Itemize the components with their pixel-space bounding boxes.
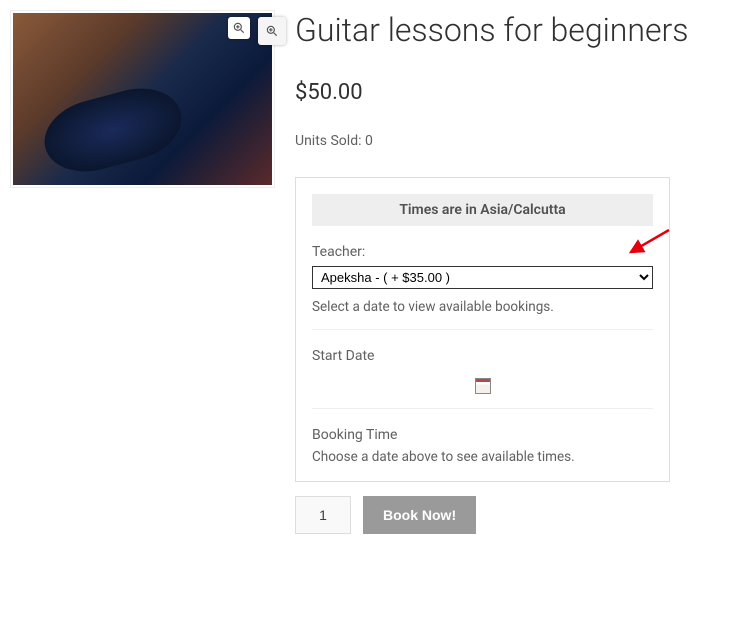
teacher-label: Teacher: bbox=[312, 244, 653, 260]
zoom-icon-large[interactable] bbox=[258, 17, 286, 45]
timezone-notice: Times are in Asia/Calcutta bbox=[312, 194, 653, 226]
units-sold: Units Sold: 0 bbox=[295, 133, 726, 149]
book-now-button[interactable]: Book Now! bbox=[363, 496, 476, 534]
page-title: Guitar lessons for beginners bbox=[295, 10, 726, 50]
teacher-select[interactable]: Apeksha - ( + $35.00 ) bbox=[312, 266, 653, 289]
date-hint: Select a date to view available bookings… bbox=[312, 299, 653, 330]
quantity-input[interactable] bbox=[295, 496, 351, 534]
booking-form: Times are in Asia/Calcutta Teacher: Apek… bbox=[295, 177, 670, 482]
booking-time-hint: Choose a date above to see available tim… bbox=[312, 449, 653, 465]
start-date-label: Start Date bbox=[312, 348, 653, 364]
calendar-icon[interactable] bbox=[312, 378, 653, 394]
booking-time-label: Booking Time bbox=[312, 427, 653, 443]
zoom-icon[interactable] bbox=[228, 17, 250, 39]
product-price: $50.00 bbox=[295, 80, 726, 105]
product-image[interactable] bbox=[10, 10, 275, 188]
annotation-arrow-icon bbox=[621, 228, 671, 258]
